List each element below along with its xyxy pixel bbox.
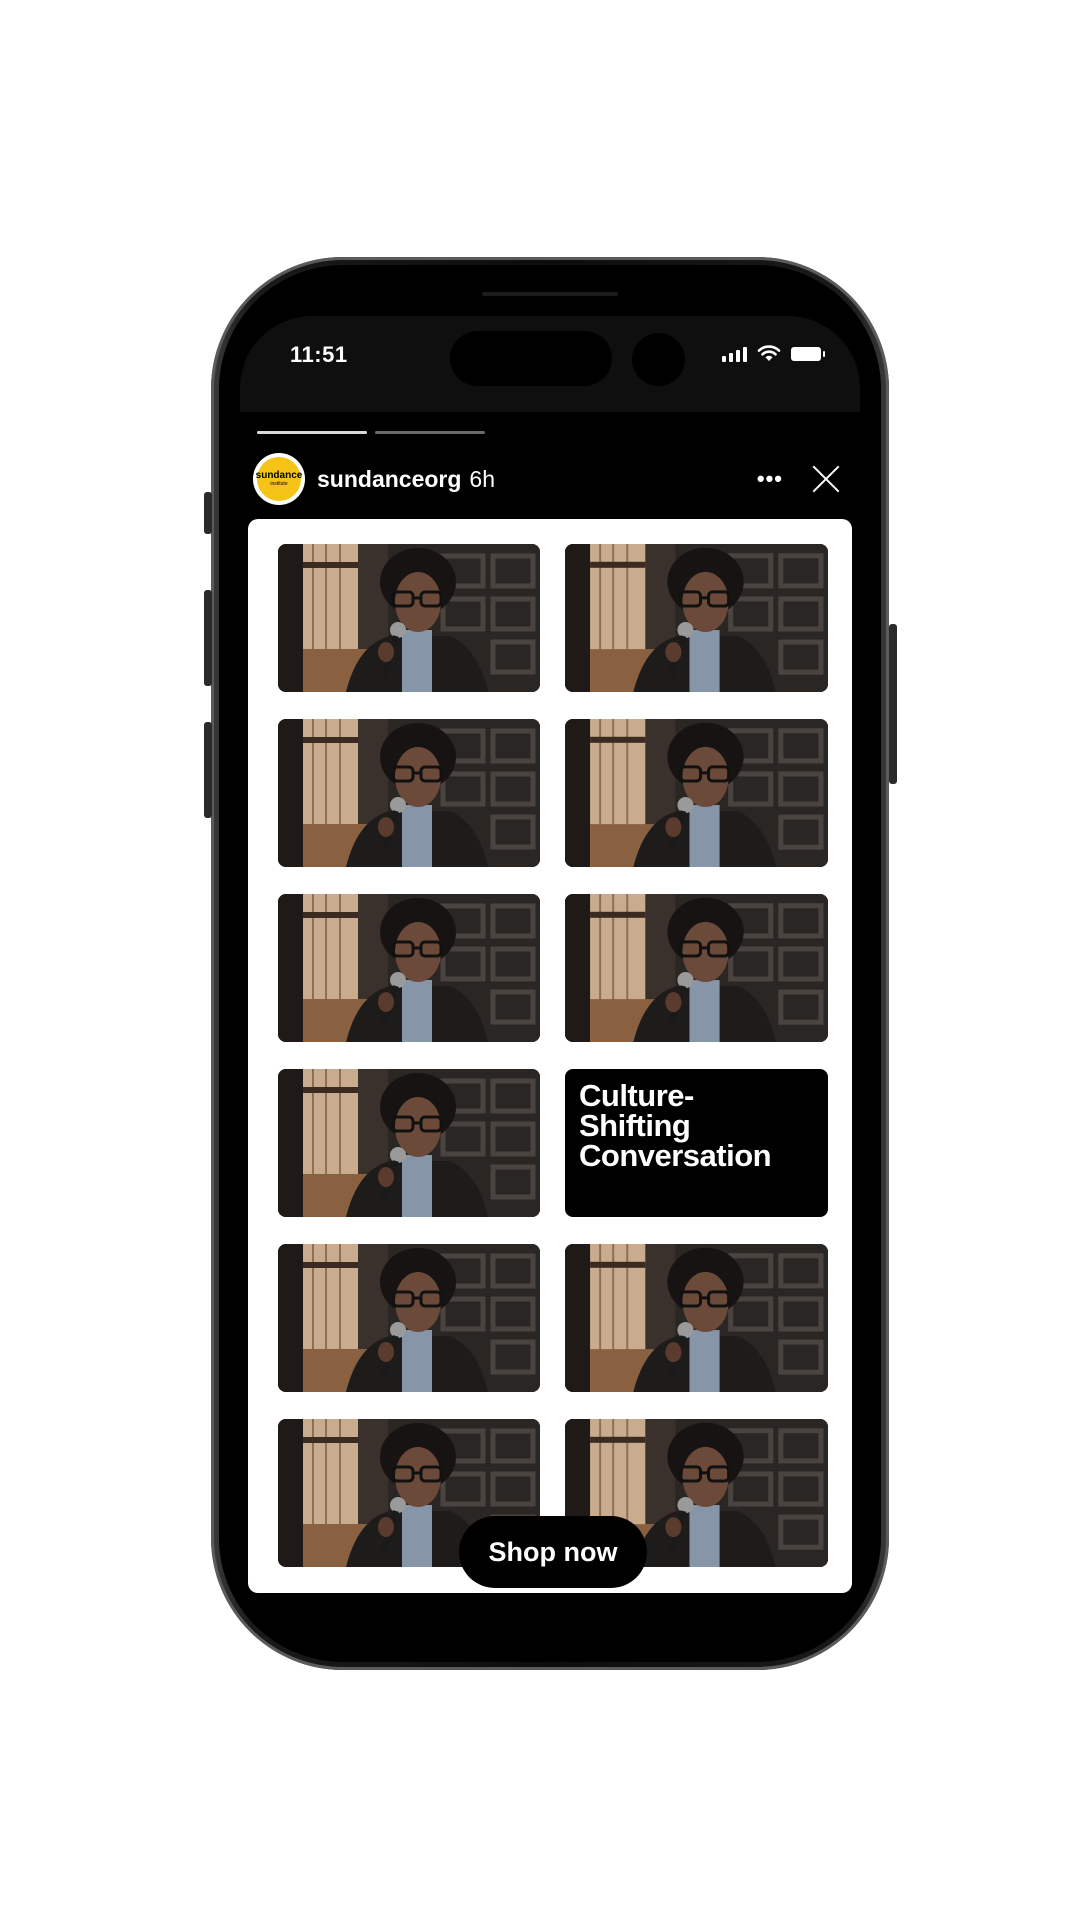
username[interactable]: sundanceorg bbox=[317, 466, 461, 493]
front-camera bbox=[632, 333, 685, 386]
volume-up-button bbox=[204, 590, 212, 686]
text-tile-title: Culture- Shifting Conversation bbox=[579, 1078, 772, 1173]
story-content[interactable]: Culture- Shifting Conversation bbox=[248, 519, 852, 1593]
power-button bbox=[889, 624, 897, 784]
avatar[interactable]: sundance institute bbox=[253, 453, 305, 505]
tile-grid: Culture- Shifting Conversation bbox=[278, 544, 828, 1567]
photo-tile bbox=[565, 894, 828, 1042]
close-icon[interactable] bbox=[809, 462, 843, 496]
status-time: 11:51 bbox=[290, 342, 348, 367]
battery-icon bbox=[791, 347, 825, 361]
wifi-icon bbox=[757, 345, 781, 361]
signal-icon bbox=[722, 344, 747, 362]
status-icons bbox=[722, 344, 825, 362]
photo-tile bbox=[278, 894, 540, 1042]
volume-down-button bbox=[204, 722, 212, 818]
shop-now-button[interactable]: Shop now bbox=[459, 1516, 647, 1588]
story-header: sundance institute sundanceorg 6h ••• bbox=[253, 451, 843, 507]
photo-tile bbox=[565, 544, 828, 692]
story-progress bbox=[257, 431, 485, 434]
photo-tile bbox=[278, 544, 540, 692]
story-progress-segment bbox=[375, 431, 485, 434]
dynamic-island bbox=[450, 331, 612, 386]
time-ago: 6h bbox=[469, 465, 496, 492]
more-horizontal-icon[interactable]: ••• bbox=[749, 468, 791, 490]
sundance-logo: sundance institute bbox=[255, 457, 303, 501]
photo-tile bbox=[278, 719, 540, 867]
text-tile: Culture- Shifting Conversation bbox=[565, 1069, 828, 1217]
photo-tile bbox=[278, 1244, 540, 1392]
progress-fill bbox=[257, 431, 367, 434]
action-button bbox=[204, 492, 212, 534]
photo-tile bbox=[565, 719, 828, 867]
photo-tile bbox=[278, 1069, 540, 1217]
earpiece-speaker bbox=[482, 292, 618, 296]
photo-tile bbox=[565, 1244, 828, 1392]
logo-text: sundance bbox=[255, 470, 303, 481]
logo-subtext: institute bbox=[270, 481, 288, 487]
story-progress-segment bbox=[257, 431, 367, 434]
